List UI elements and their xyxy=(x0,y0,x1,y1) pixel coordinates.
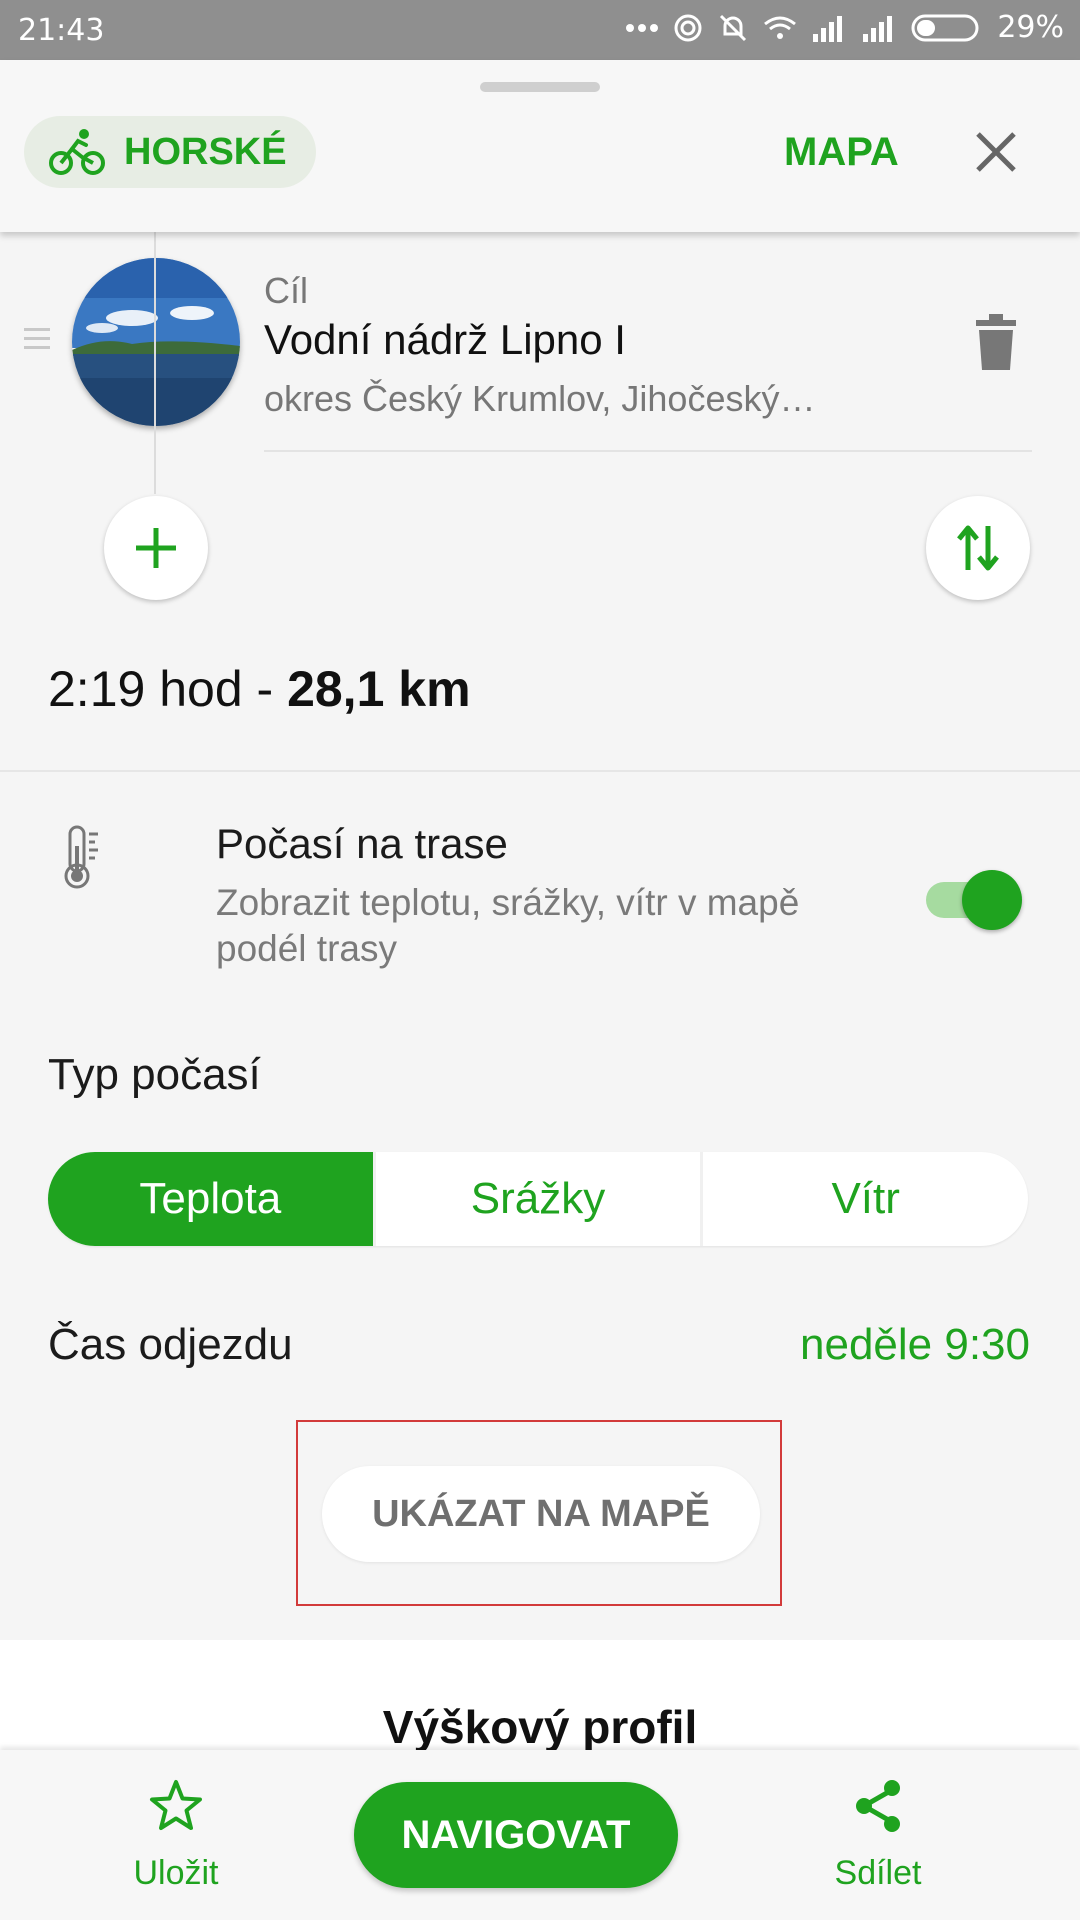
route-distance: 28,1 km xyxy=(287,661,471,717)
departure-time-label: Čas odjezdu xyxy=(48,1320,293,1369)
weather-type-wind[interactable]: Vítr xyxy=(700,1152,1028,1246)
waypoint-item-destination[interactable]: Cíl Vodní nádrž Lipno I okres Český Krum… xyxy=(0,232,1080,462)
route-profile-chip[interactable]: HORSKÉ xyxy=(24,116,316,188)
bicycle-icon xyxy=(49,129,105,175)
weather-title: Počasí na trase xyxy=(216,820,508,867)
signal-icon xyxy=(813,15,843,42)
sheet-drag-handle[interactable] xyxy=(480,82,600,92)
add-waypoint-button[interactable] xyxy=(104,496,208,600)
weather-subtitle: Zobrazit teplotu, srážky, vítr v mapě po… xyxy=(216,882,800,969)
drag-handle-icon[interactable] xyxy=(24,328,50,355)
battery-percent: 29% xyxy=(997,10,1064,45)
weather-type-label: Typ počasí xyxy=(48,1050,261,1099)
route-duration: 2:19 hod - xyxy=(48,661,288,717)
route-profile-label: HORSKÉ xyxy=(124,130,287,173)
swap-waypoints-button[interactable] xyxy=(926,496,1030,600)
destination-photo xyxy=(72,258,240,426)
elevation-profile-title: Výškový profil xyxy=(382,1701,698,1753)
swap-vertical-icon xyxy=(957,525,999,571)
weather-type-temperature[interactable]: Teplota xyxy=(48,1152,373,1246)
divider xyxy=(0,770,1080,772)
signal-icon xyxy=(863,15,893,42)
wifi-icon xyxy=(764,16,797,39)
bottom-action-bar: Uložit NAVIGOVAT Sdílet xyxy=(0,1750,1080,1920)
close-icon[interactable] xyxy=(970,126,1022,178)
status-time: 21:43 xyxy=(18,13,105,48)
elevation-profile-section: Výškový profil xyxy=(0,1640,1080,1753)
hotspot-icon xyxy=(674,14,702,41)
waypoint-address: okres Český Krumlov, Jihočeský… xyxy=(264,378,816,419)
waypoint-kind: Cíl xyxy=(264,270,308,311)
battery-icon xyxy=(911,14,979,41)
save-label: Uložit xyxy=(133,1854,219,1892)
weather-type-precipitation[interactable]: Srážky xyxy=(372,1152,701,1246)
route-planner-header: HORSKÉ MAPA xyxy=(0,60,1080,232)
share-icon xyxy=(856,1780,900,1832)
dots-icon xyxy=(626,23,659,32)
plus-icon xyxy=(136,528,176,568)
waypoint-name: Vodní nádrž Lipno I xyxy=(264,316,626,363)
navigate-button[interactable]: NAVIGOVAT xyxy=(354,1782,678,1888)
weather-type-selector: Teplota Srážky Vítr xyxy=(48,1152,1028,1246)
trash-icon[interactable] xyxy=(972,314,1020,372)
status-bar: 21:43 29% xyxy=(0,0,1080,60)
mute-icon xyxy=(720,14,747,41)
divider xyxy=(264,450,1032,452)
save-button[interactable]: Uložit xyxy=(86,1750,266,1920)
route-summary: 2:19 hod - 28,1 km xyxy=(48,660,471,718)
route-connector-line xyxy=(154,194,156,494)
share-button[interactable]: Sdílet xyxy=(788,1750,968,1920)
weather-toggle[interactable] xyxy=(926,868,1022,932)
share-label: Sdílet xyxy=(834,1854,922,1892)
star-icon xyxy=(150,1780,202,1830)
map-button[interactable]: MAPA xyxy=(784,130,899,175)
thermometer-icon xyxy=(64,825,98,889)
show-on-map-button[interactable]: UKÁZAT NA MAPĚ xyxy=(322,1466,760,1562)
departure-time-value[interactable]: neděle 9:30 xyxy=(800,1320,1030,1370)
